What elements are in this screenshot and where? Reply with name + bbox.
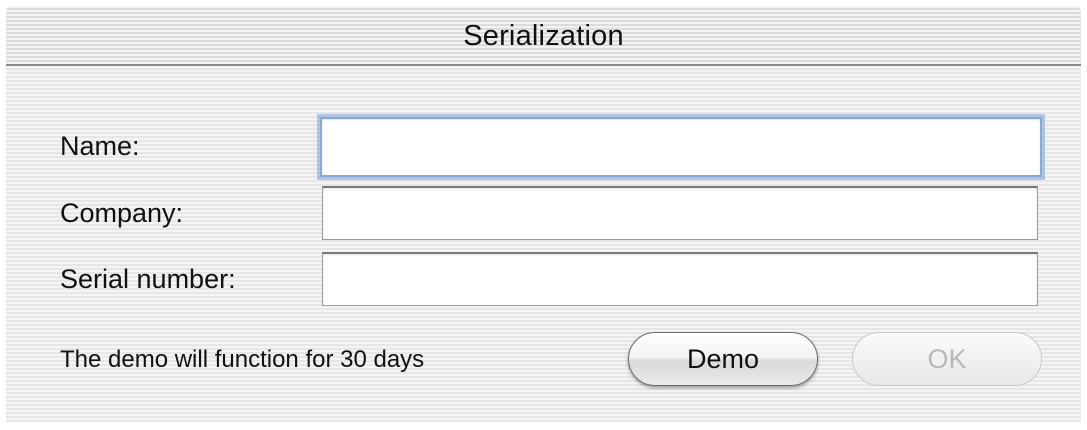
company-label: Company:: [60, 198, 184, 228]
name-field[interactable]: [320, 117, 1042, 177]
demo-button[interactable]: Demo: [628, 332, 818, 386]
serial-number-label: Serial number:: [60, 264, 236, 294]
ok-button[interactable]: OK: [852, 332, 1042, 386]
company-field[interactable]: [322, 186, 1038, 240]
serial-number-field[interactable]: [322, 252, 1038, 306]
window-title: Serialization: [463, 20, 624, 52]
serialization-dialog: Serialization Name: Company: Serial numb…: [6, 6, 1081, 422]
name-label: Name:: [60, 131, 140, 161]
title-bar[interactable]: Serialization: [6, 6, 1081, 66]
demo-period-note: The demo will function for 30 days: [60, 346, 425, 373]
